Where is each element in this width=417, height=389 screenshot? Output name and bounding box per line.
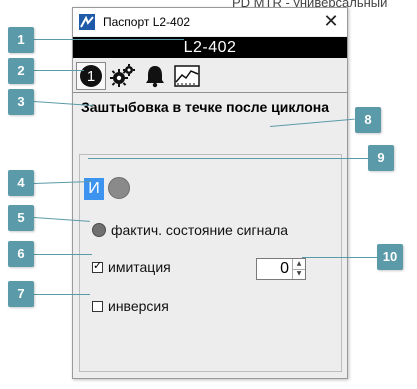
- callout-leader-10: [302, 257, 378, 258]
- inversion-checkbox[interactable]: [92, 300, 103, 312]
- signal-state-label: фактич. состояние сигнала: [111, 222, 289, 238]
- callout-8: 8: [355, 107, 381, 133]
- trend-icon: [174, 65, 200, 87]
- tab-settings[interactable]: [108, 62, 138, 90]
- callout-6: 6: [8, 241, 34, 267]
- imitation-label: имитация: [108, 259, 171, 275]
- callout-leader-2: [34, 70, 84, 71]
- callout-5: 5: [8, 205, 34, 231]
- object-name-bar: L2-402: [73, 37, 347, 58]
- callout-1: 1: [8, 27, 34, 53]
- window-title: Паспорт L2-402: [103, 15, 191, 29]
- tab-info[interactable]: 1: [76, 62, 106, 90]
- passport-window: Паспорт L2-402 ✕ L2-402 1 Заштыбовка в т…: [72, 7, 348, 379]
- signal-state-row: фактич. состояние сигнала: [92, 222, 288, 238]
- callout-9: 9: [368, 145, 394, 171]
- callout-leader-7: [34, 294, 90, 295]
- callout-2: 2: [8, 58, 34, 84]
- bell-icon: [146, 66, 164, 88]
- close-button[interactable]: ✕: [319, 10, 343, 34]
- gears-icon: [110, 64, 135, 87]
- callout-10: 10: [377, 244, 403, 270]
- info-number-icon: 1: [80, 65, 102, 87]
- callout-leader-6: [34, 254, 92, 255]
- imitation-row[interactable]: ✓ имитация: [92, 259, 171, 275]
- callout-leader-1: [34, 39, 184, 40]
- imitation-value-spinbox[interactable]: 0 ▲ ▼: [256, 258, 306, 280]
- checkmark-icon: ✓: [93, 258, 103, 272]
- app-icon: [79, 14, 95, 30]
- imitation-value[interactable]: 0: [280, 259, 289, 279]
- signal-state-lamp: [92, 223, 106, 237]
- title-bar[interactable]: Паспорт L2-402 ✕: [73, 8, 347, 36]
- callout-7: 7: [8, 281, 34, 307]
- object-description: Заштыбовка в течке после циклона: [81, 99, 330, 115]
- toolbar: 1: [73, 59, 347, 93]
- imitation-checkbox[interactable]: ✓: [92, 258, 103, 273]
- inversion-label: инверсия: [108, 298, 169, 314]
- callout-4: 4: [8, 170, 34, 196]
- mode-state-lamp: [108, 177, 130, 199]
- info-number-text: 1: [87, 68, 95, 85]
- inversion-row[interactable]: инверсия: [92, 298, 169, 314]
- tab-alarms[interactable]: [140, 62, 170, 90]
- spin-down-button[interactable]: ▼: [292, 269, 305, 279]
- signal-panel: И фактич. состояние сигнала ✓ имитация 0…: [79, 154, 342, 372]
- tab-trends[interactable]: [172, 62, 202, 90]
- callout-3: 3: [8, 89, 34, 115]
- callout-leader-9: [88, 158, 368, 159]
